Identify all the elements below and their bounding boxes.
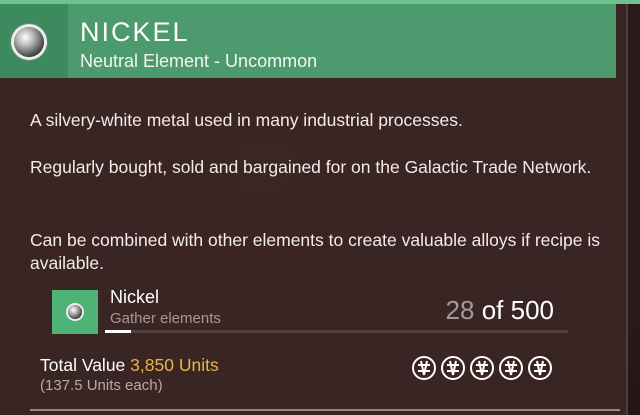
description-line-3: Can be combined with other elements to c… xyxy=(30,230,601,273)
tooltip-header: NICKEL Neutral Element - Uncommon xyxy=(0,4,616,78)
description-line-1: A silvery-white metal used in many indus… xyxy=(30,110,463,130)
inventory-progress-fill xyxy=(105,330,131,333)
nickel-orb-icon xyxy=(14,27,44,57)
inventory-item-hint: Gather elements xyxy=(110,310,221,327)
units-coin-icon xyxy=(439,354,467,382)
inventory-current: 28 xyxy=(445,295,475,325)
rarity-coins xyxy=(410,354,554,382)
item-title: NICKEL xyxy=(80,17,190,47)
inventory-progress-bar xyxy=(105,330,568,333)
item-icon-box xyxy=(0,4,68,78)
inventory-of-label: of xyxy=(481,295,504,325)
nickel-mini-orb-icon xyxy=(68,305,82,319)
units-coin-icon xyxy=(468,354,496,382)
item-tooltip: NICKEL Neutral Element - Uncommon A silv… xyxy=(0,0,628,415)
inventory-item-icon xyxy=(52,290,98,334)
inventory-item-name: Nickel xyxy=(110,287,160,307)
per-unit-value: (137.5 Units each) xyxy=(40,377,163,394)
tooltip-bottom-divider xyxy=(30,409,620,411)
item-subtitle: Neutral Element - Uncommon xyxy=(80,51,318,71)
inventory-max: 500 xyxy=(510,295,554,325)
units-coin-icon xyxy=(526,354,554,382)
header-accent-stripe xyxy=(0,0,640,4)
total-value: Total Value 3,850 Units xyxy=(40,355,219,376)
total-value-amount: 3,850 Units xyxy=(130,355,219,375)
units-coin-icon xyxy=(497,354,525,382)
units-coin-icon xyxy=(410,354,438,382)
description-line-2: Regularly bought, sold and bargained for… xyxy=(30,157,592,177)
total-value-label: Total Value xyxy=(40,355,126,375)
inventory-count: 28 of 500 xyxy=(446,295,554,326)
game-screen: NICKEL Neutral Element - Uncommon A silv… xyxy=(0,0,640,415)
